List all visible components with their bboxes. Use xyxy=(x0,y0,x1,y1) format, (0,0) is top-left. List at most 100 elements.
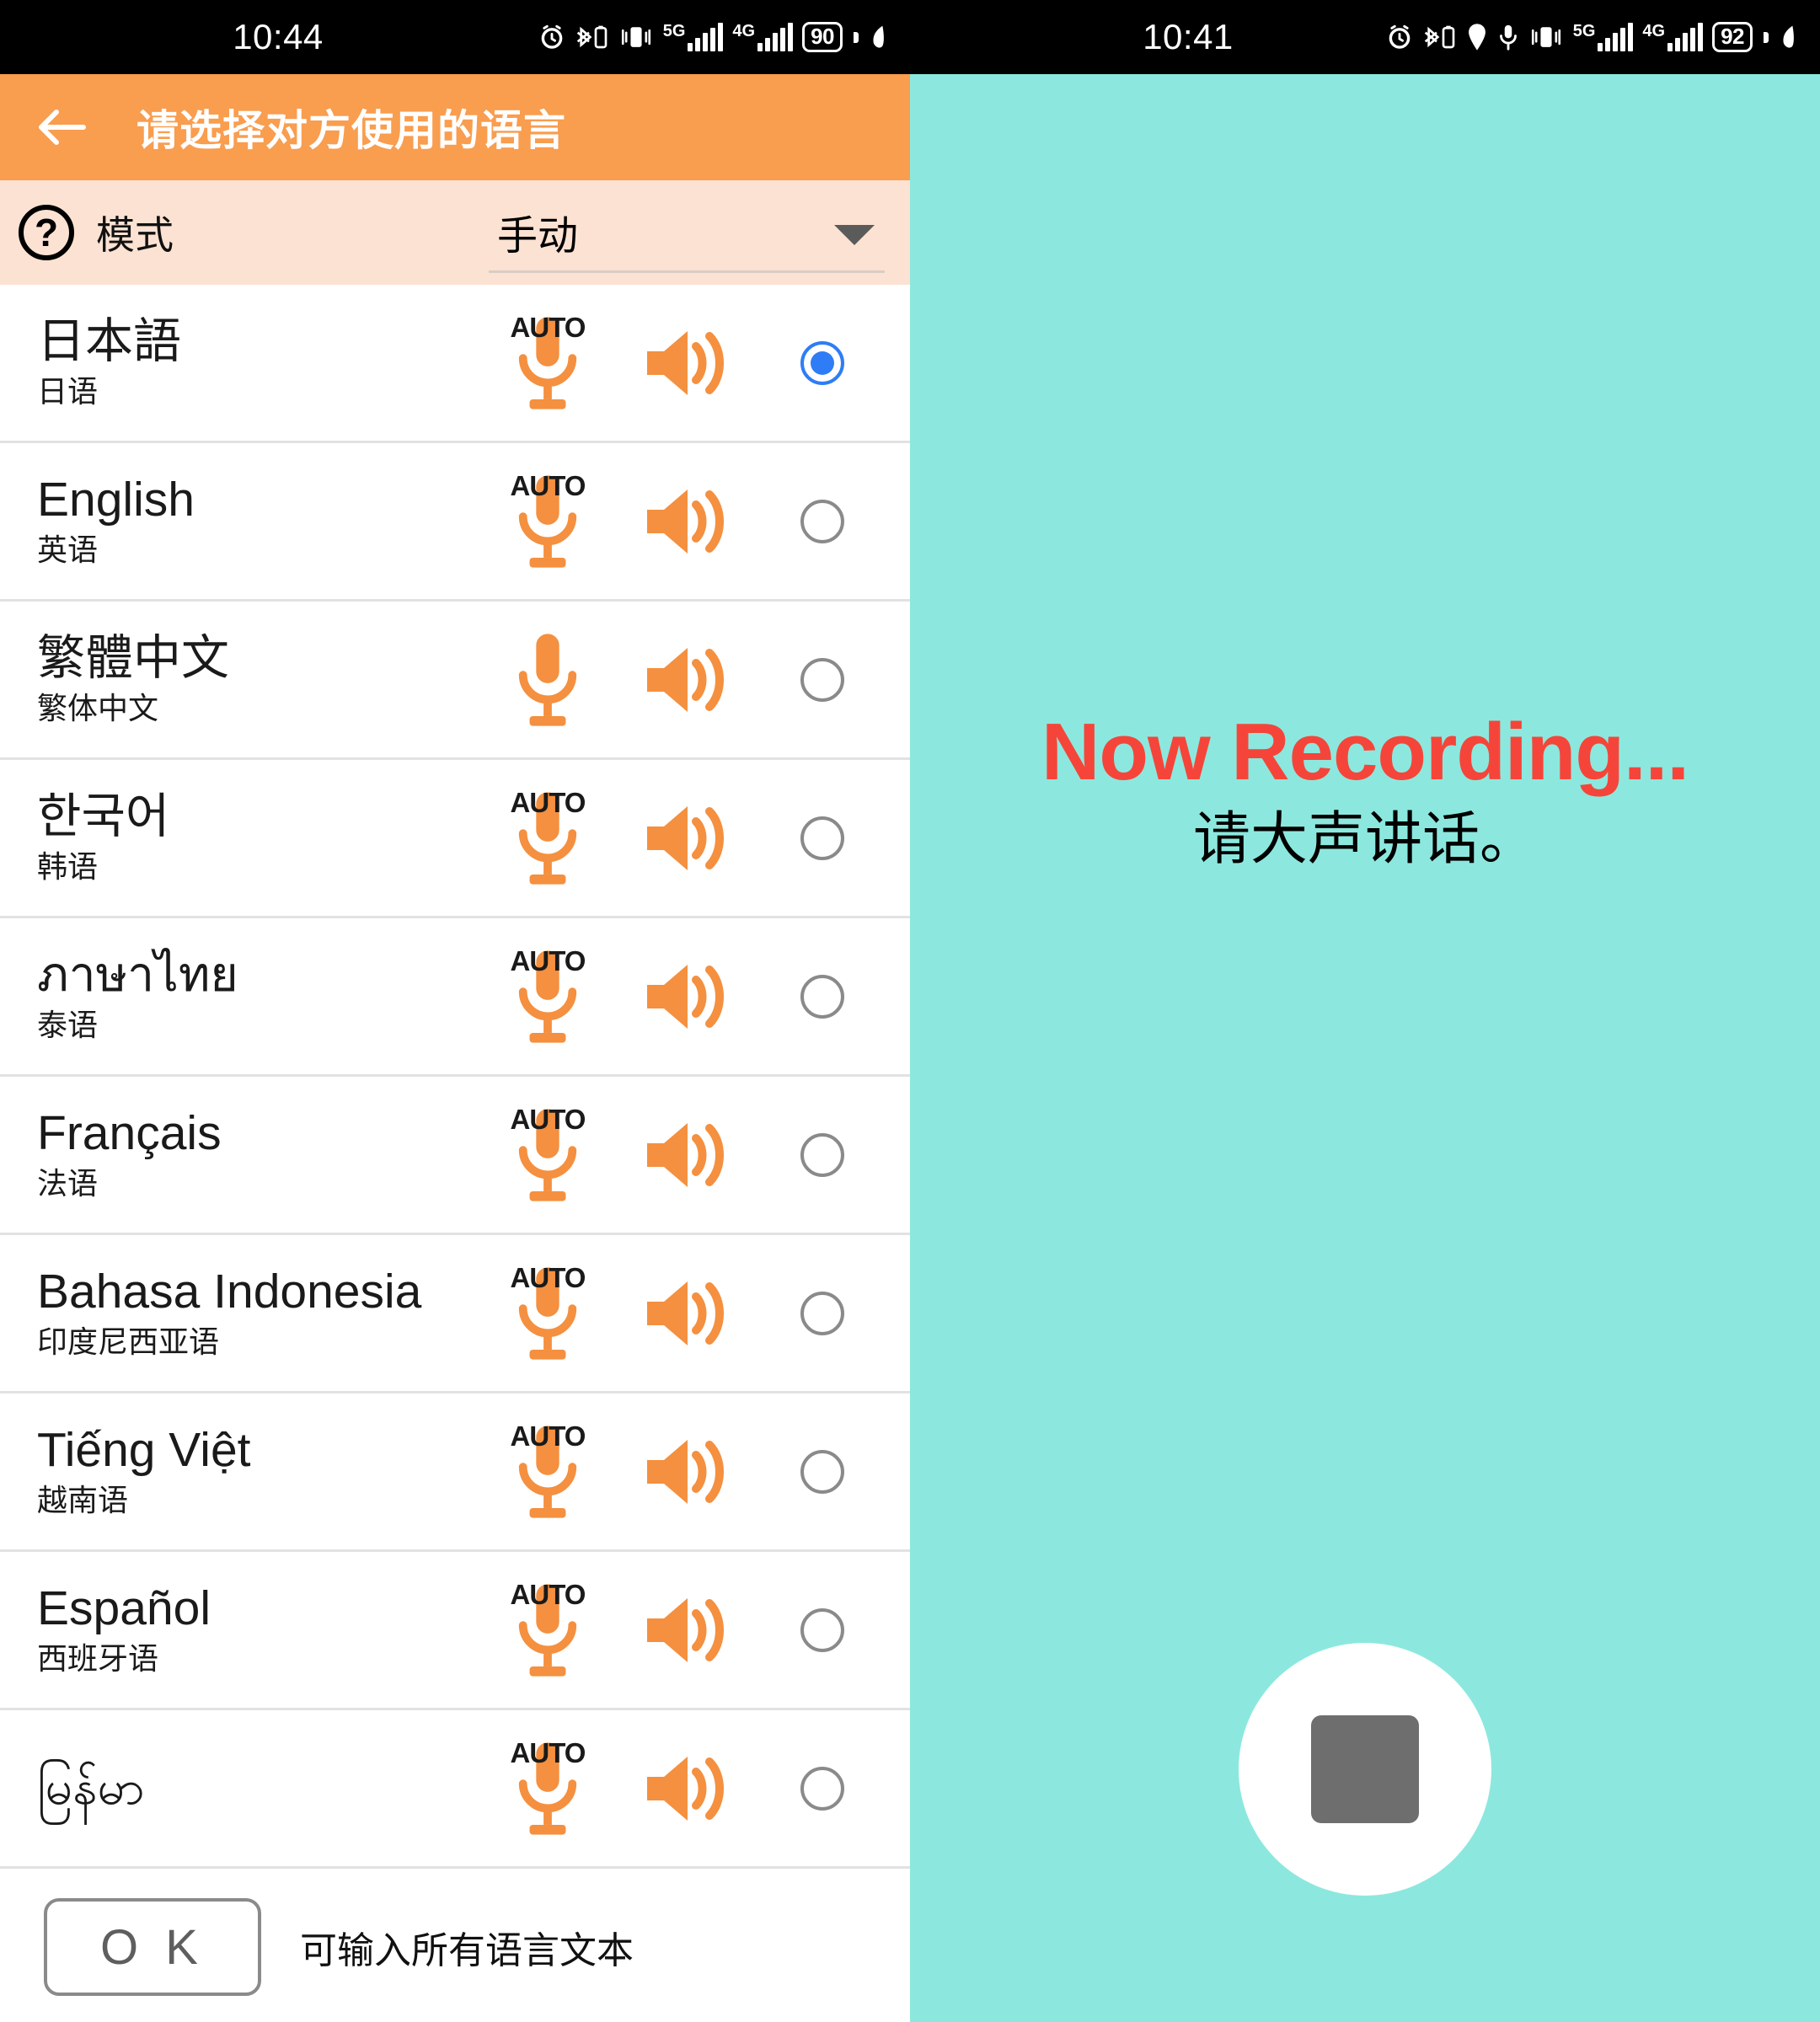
language-row[interactable]: 日本語 日语 AUTO xyxy=(0,285,910,443)
speaker-button[interactable] xyxy=(637,1742,738,1835)
speaker-button[interactable] xyxy=(637,475,738,568)
mode-dropdown[interactable]: 手动 xyxy=(489,192,885,273)
dual-screenshot: 10:44 5G 4G 90 请选择对方使用的语言 ? 模式 手动 日本語 日语… xyxy=(0,0,1820,2022)
language-controls: AUTO xyxy=(472,308,910,418)
language-row[interactable]: Tiếng Việt 越南语 AUTO xyxy=(0,1393,910,1552)
mic-button[interactable]: AUTO xyxy=(497,1575,598,1685)
language-native-name: Bahasa Indonesia xyxy=(37,1265,422,1319)
microphone-icon xyxy=(518,633,577,726)
language-radio[interactable] xyxy=(800,974,844,1019)
eco-icon xyxy=(1778,24,1798,51)
language-radio[interactable] xyxy=(800,1449,844,1494)
help-icon[interactable]: ? xyxy=(19,205,74,260)
language-chinese-name: 英语 xyxy=(37,532,99,567)
language-controls: AUTO xyxy=(472,1100,910,1210)
battery-icon: 92 xyxy=(1712,21,1753,53)
speaker-button[interactable] xyxy=(637,1426,738,1518)
stop-recording-button[interactable] xyxy=(1239,1643,1491,1896)
language-chinese-name: 越南语 xyxy=(37,1482,129,1517)
mic-button[interactable]: AUTO xyxy=(497,1417,598,1527)
right-status-bar: 10:41 5G 4G 92 xyxy=(910,0,1820,74)
language-controls: AUTO xyxy=(472,784,910,893)
mic-button[interactable]: AUTO xyxy=(497,467,598,576)
language-names: 日本語 日语 xyxy=(0,314,472,410)
vibrate-icon xyxy=(1528,23,1564,51)
language-controls xyxy=(472,625,910,735)
language-radio[interactable] xyxy=(800,340,844,385)
language-controls: AUTO xyxy=(472,1417,910,1527)
microphone-icon xyxy=(518,474,577,568)
language-chinese-name: 韩语 xyxy=(37,848,99,884)
language-radio[interactable] xyxy=(800,657,844,702)
mic-button[interactable]: AUTO xyxy=(497,308,598,418)
language-native-name: ภาษาไทย xyxy=(37,948,238,1003)
language-names: Tiếng Việt 越南语 xyxy=(0,1423,472,1519)
eco-icon xyxy=(868,24,888,51)
alarm-icon xyxy=(1385,23,1414,51)
speaker-button[interactable] xyxy=(637,792,738,885)
language-row[interactable]: ภาษาไทย 泰语 AUTO xyxy=(0,918,910,1077)
mic-button[interactable]: AUTO xyxy=(497,1100,598,1210)
battery-icon: 90 xyxy=(802,21,843,53)
microphone-icon xyxy=(518,791,577,885)
speaker-button[interactable] xyxy=(637,634,738,726)
speaker-button[interactable] xyxy=(637,1267,738,1360)
language-row[interactable]: Bahasa Indonesia 印度尼西亚语 AUTO xyxy=(0,1235,910,1393)
language-row[interactable]: 한국어 韩语 AUTO xyxy=(0,760,910,918)
language-row[interactable]: English 英语 AUTO xyxy=(0,443,910,602)
language-native-name: 繁體中文 xyxy=(37,631,229,686)
mic-button[interactable]: AUTO xyxy=(497,784,598,893)
mic-button[interactable]: AUTO xyxy=(497,1259,598,1368)
language-row[interactable]: Español 西班牙语 AUTO xyxy=(0,1552,910,1710)
back-button[interactable] xyxy=(32,98,91,157)
language-radio[interactable] xyxy=(800,499,844,543)
speaker-icon xyxy=(647,330,724,395)
bluetooth-battery-icon xyxy=(1423,22,1457,52)
signal-5g-icon: 5G xyxy=(663,23,724,51)
language-list[interactable]: 日本語 日语 AUTO English 英语 AUTO 繁體中文 繁体中文 한국어 韩语 AUTO ภ… xyxy=(0,285,910,2022)
language-row[interactable]: 繁體中文 繁体中文 xyxy=(0,602,910,760)
microphone-icon xyxy=(518,1583,577,1677)
language-radio[interactable] xyxy=(800,1132,844,1177)
stop-square-icon xyxy=(1311,1715,1419,1823)
language-native-name: Tiếng Việt xyxy=(37,1423,251,1478)
speaker-button[interactable] xyxy=(637,317,738,409)
language-chinese-name: 日语 xyxy=(37,373,99,409)
language-radio[interactable] xyxy=(800,1766,844,1811)
battery-tip-icon xyxy=(1764,31,1769,43)
language-row[interactable]: မြန်မာ AUTO xyxy=(0,1710,910,1869)
mic-button[interactable]: AUTO xyxy=(497,942,598,1051)
speaker-button[interactable] xyxy=(637,1109,738,1201)
language-names: Español 西班牙语 xyxy=(0,1581,472,1677)
vibrate-icon xyxy=(618,23,654,51)
left-status-bar: 10:44 5G 4G 90 xyxy=(0,0,910,74)
signal-4g-icon: 4G xyxy=(1642,23,1704,51)
language-native-name: Español xyxy=(37,1581,211,1636)
mic-button[interactable] xyxy=(497,625,598,735)
recording-title: Now Recording... xyxy=(1041,707,1689,797)
bluetooth-battery-icon xyxy=(575,22,609,52)
recording-message: Now Recording... 请大声讲话。 xyxy=(910,708,1820,874)
bottom-action-bar: O K 可输入所有语言文本 xyxy=(0,1872,910,2022)
status-icon-group: 5G 4G 92 xyxy=(1385,0,1798,74)
language-radio[interactable] xyxy=(800,1291,844,1335)
microphone-icon xyxy=(518,949,577,1043)
bottom-note: 可输入所有语言文本 xyxy=(300,1930,634,1971)
language-controls: AUTO xyxy=(472,1734,910,1843)
language-names: Français 法语 xyxy=(0,1106,472,1202)
language-radio[interactable] xyxy=(800,816,844,860)
speaker-button[interactable] xyxy=(637,950,738,1043)
language-controls: AUTO xyxy=(472,942,910,1051)
speaker-icon xyxy=(647,647,724,712)
mic-button[interactable]: AUTO xyxy=(497,1734,598,1843)
language-row[interactable]: Français 法语 AUTO xyxy=(0,1077,910,1235)
microphone-icon xyxy=(518,1266,577,1360)
ok-button[interactable]: O K xyxy=(44,1898,261,1996)
microphone-icon xyxy=(518,1425,577,1518)
language-radio[interactable] xyxy=(800,1607,844,1652)
speaker-button[interactable] xyxy=(637,1584,738,1677)
language-selection-screen: 10:44 5G 4G 90 请选择对方使用的语言 ? 模式 手动 日本語 日语… xyxy=(0,0,910,2022)
microphone-icon xyxy=(518,1741,577,1835)
mode-label: 模式 xyxy=(96,213,174,257)
location-icon xyxy=(1466,23,1488,51)
